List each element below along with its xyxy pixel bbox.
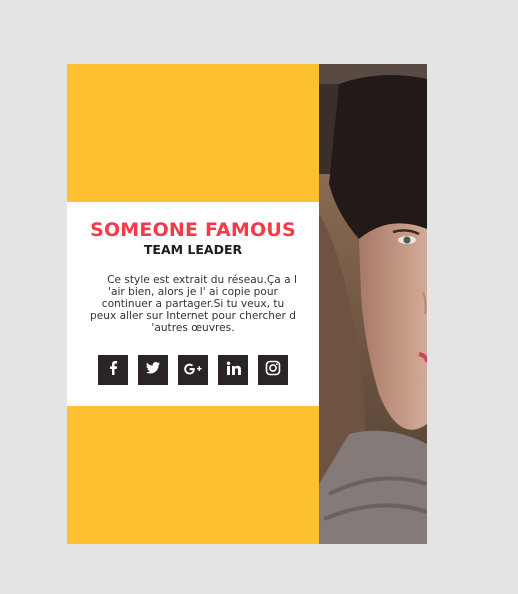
profile-card: SOMEONE FAMOUS TEAM LEADER Ce style est … — [67, 64, 427, 544]
profile-role: TEAM LEADER — [143, 242, 243, 257]
profile-description: Ce style est extrait du réseau.Ça a l 'a… — [90, 274, 297, 334]
google-plus-icon — [183, 361, 203, 380]
profile-name: SOMEONE FAMOUS — [90, 219, 296, 241]
profile-info-box: SOMEONE FAMOUS TEAM LEADER Ce style est … — [67, 202, 319, 406]
social-links — [98, 355, 298, 385]
instagram-icon — [265, 360, 281, 380]
linkedin-button[interactable] — [218, 355, 248, 385]
google-plus-button[interactable] — [178, 355, 208, 385]
facebook-icon — [105, 360, 121, 380]
twitter-icon — [145, 360, 161, 380]
profile-photo — [319, 64, 427, 544]
facebook-button[interactable] — [98, 355, 128, 385]
linkedin-icon — [226, 361, 241, 380]
instagram-button[interactable] — [258, 355, 288, 385]
twitter-button[interactable] — [138, 355, 168, 385]
